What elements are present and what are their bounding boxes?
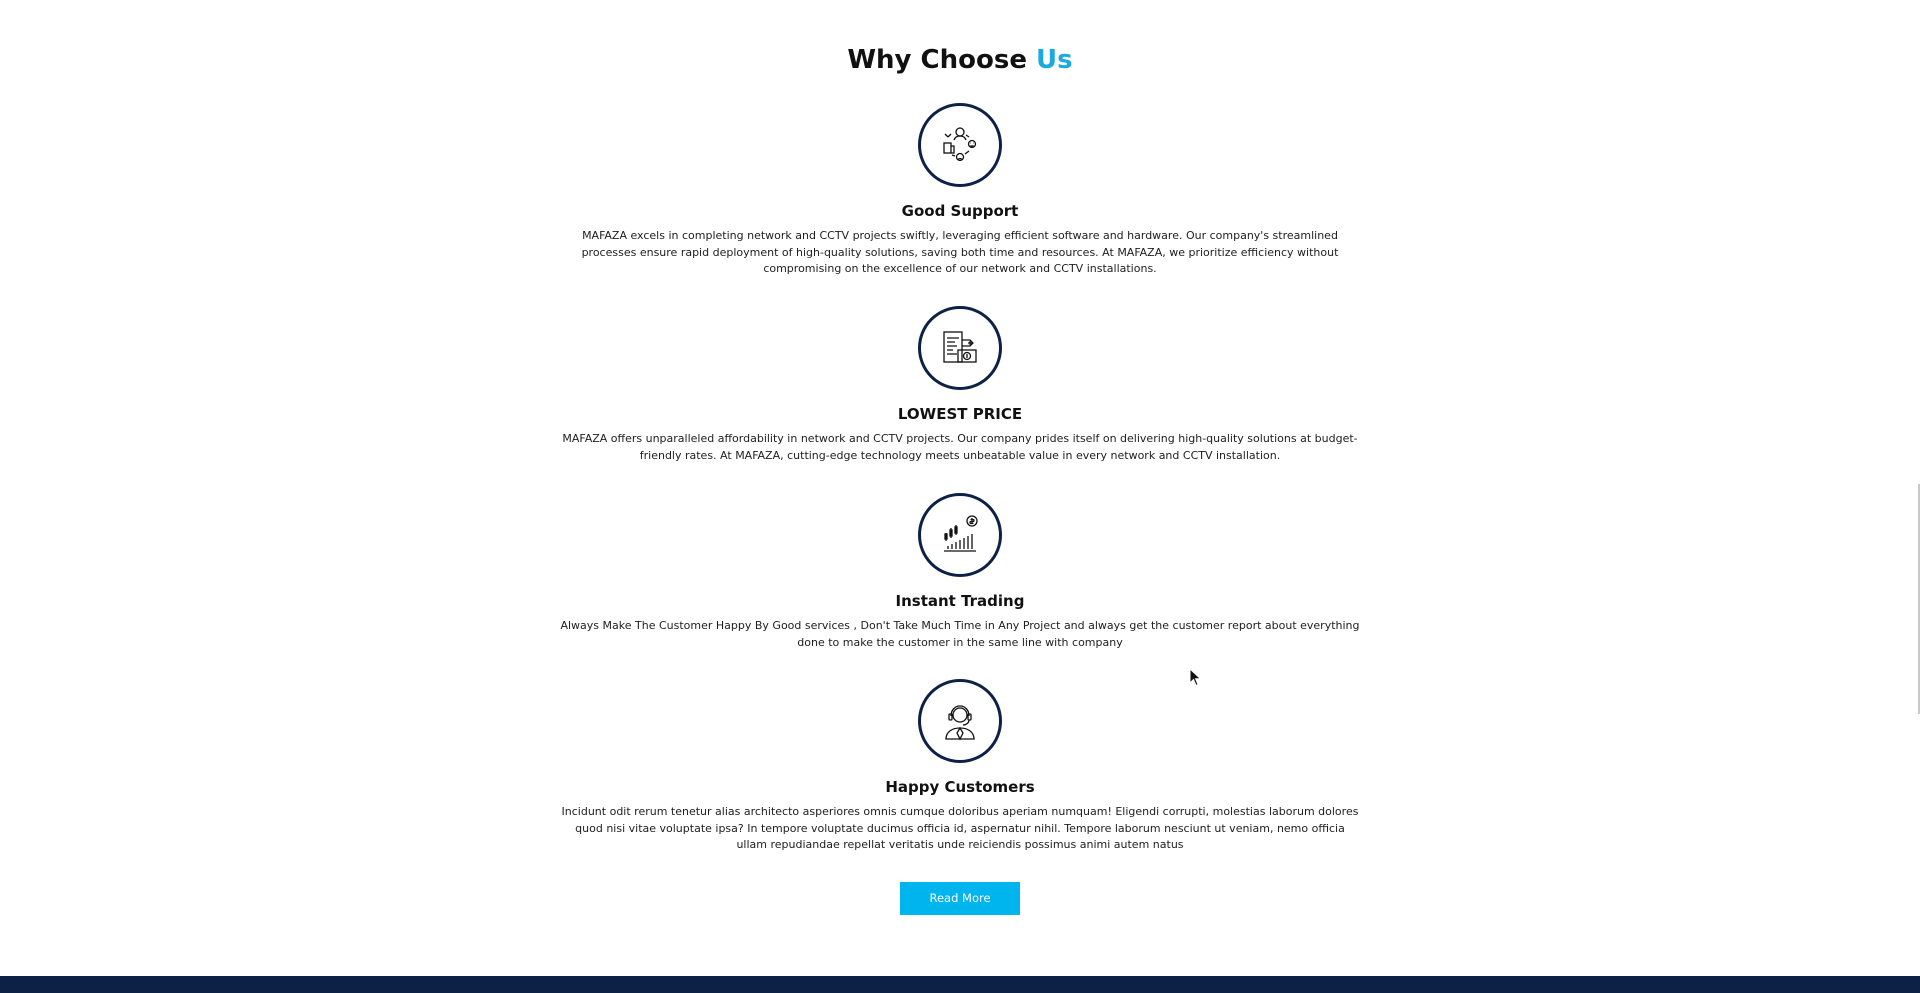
section-title-main: Why Choose <box>847 45 1027 75</box>
mouse-cursor-icon <box>1189 668 1202 687</box>
section-title-accent: Us <box>1036 45 1073 75</box>
feature-lowest-price: LOWEST PRICE MAFAZA offers unparalleled … <box>0 306 1920 464</box>
feature-instant-trading: Instant Trading Always Make The Customer… <box>0 493 1920 651</box>
feature-good-support: Good Support MAFAZA excels in completing… <box>0 103 1920 278</box>
footer-band <box>0 976 1920 993</box>
section-title: Why Choose Us <box>0 40 1920 80</box>
feature-title: Good Support <box>901 202 1019 220</box>
why-choose-us-page: Why Choose Us Good Support MAFAZA excels… <box>0 0 1920 993</box>
feature-title: Happy Customers <box>885 778 1035 796</box>
feature-text: MAFAZA excels in completing network and … <box>581 229 1339 275</box>
feature-title: LOWEST PRICE <box>897 405 1023 423</box>
price-money-icon <box>918 306 1002 390</box>
feature-title: Instant Trading <box>895 592 1025 610</box>
support-network-icon <box>918 103 1002 187</box>
feature-text: MAFAZA offers unparalleled affordability… <box>562 432 1358 462</box>
feature-happy-customers: Happy Customers Incidunt odit rerum tene… <box>0 679 1920 854</box>
feature-text: Always Make The Customer Happy By Good s… <box>560 619 1360 649</box>
trading-chart-icon <box>918 493 1002 577</box>
read-more-button[interactable]: Read More <box>900 882 1020 915</box>
customer-headset-icon <box>918 679 1002 763</box>
feature-text: Incidunt odit rerum tenetur alias archit… <box>561 805 1359 851</box>
